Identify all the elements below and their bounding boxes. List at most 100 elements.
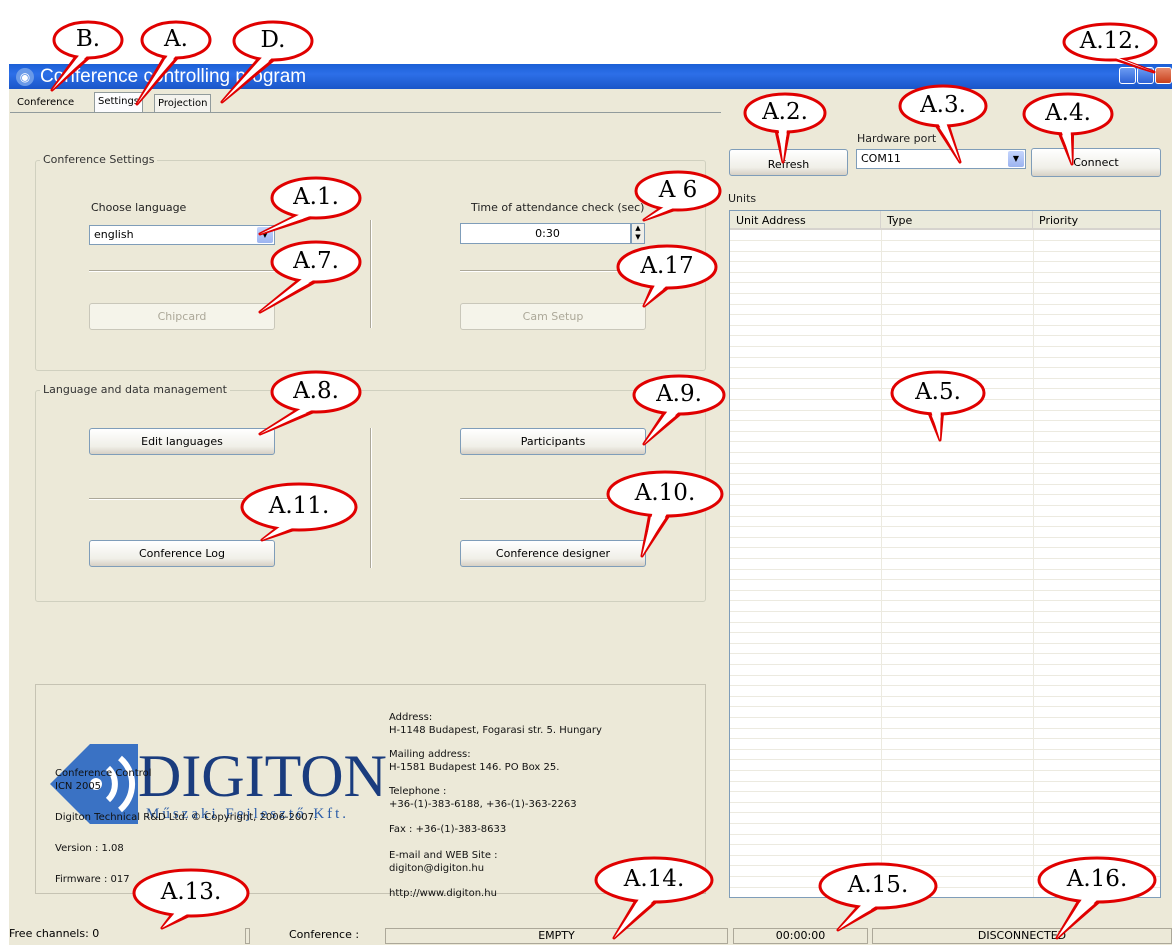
callout-a1: A.1. — [258, 176, 362, 236]
participants-button[interactable]: Participants — [460, 428, 646, 455]
callout-a4: A.4. — [1022, 92, 1114, 166]
cam-setup-button[interactable]: Cam Setup — [460, 303, 646, 330]
table-row — [730, 346, 1160, 347]
language-select[interactable]: english ▼ — [89, 225, 275, 245]
table-row — [730, 324, 1160, 326]
table-column-divider — [881, 230, 882, 897]
units-label: Units — [728, 192, 757, 205]
address-label: Address: — [389, 712, 433, 723]
callout-label: A.13. — [160, 879, 222, 905]
tab-projection[interactable]: Projection — [154, 94, 212, 112]
callout-label: A.1. — [293, 184, 339, 210]
table-row — [730, 536, 1160, 538]
table-row — [730, 314, 1160, 316]
callout-a11: A.11. — [240, 482, 358, 542]
table-row — [730, 621, 1160, 623]
callout-a10: A.10. — [606, 470, 724, 558]
callout-label: A.7. — [293, 248, 339, 274]
callout-a8: A.8. — [258, 370, 362, 436]
table-row — [730, 748, 1160, 750]
hardware-port-label: Hardware port — [857, 132, 937, 145]
email-label: E-mail and WEB Site : — [389, 850, 498, 861]
callout-a13: A.13. — [132, 868, 250, 930]
callout-label: A.11. — [268, 493, 330, 519]
table-row — [730, 282, 1160, 284]
fax-text: Fax : +36-(1)-383-8633 — [389, 824, 507, 835]
status-time: 00:00:00 — [733, 928, 868, 944]
table-row — [730, 833, 1160, 835]
table-row — [730, 642, 1160, 644]
table-row — [730, 717, 1160, 718]
table-row — [730, 494, 1160, 496]
conference-settings-label: Conference Settings — [40, 153, 158, 167]
attendance-check-label: Time of attendance check (sec) — [471, 201, 645, 214]
table-column-divider — [1033, 230, 1034, 897]
table-row — [730, 801, 1160, 803]
table-row — [730, 335, 1160, 337]
table-row — [730, 505, 1160, 506]
table-row — [730, 844, 1160, 846]
table-row — [730, 250, 1160, 252]
language-data-label: Language and data management — [40, 383, 230, 397]
hardware-port-select[interactable]: COM11 ▼ — [856, 149, 1026, 169]
email-text[interactable]: digiton@digiton.hu — [389, 862, 484, 875]
table-row — [730, 812, 1160, 814]
chevron-down-icon[interactable]: ▼ — [1008, 151, 1024, 167]
product-code: ICN 2005 — [55, 781, 102, 792]
table-row — [730, 473, 1160, 475]
refresh-button[interactable]: Refresh — [729, 149, 848, 176]
status-connection: DISCONNECTED — [872, 928, 1172, 944]
table-row — [730, 611, 1160, 612]
callout-a3: A.3. — [898, 84, 988, 164]
table-row — [730, 823, 1160, 824]
callout-label: A.12. — [1079, 28, 1141, 54]
callout-label: A.14. — [623, 866, 685, 892]
callout-label: A.10. — [634, 480, 696, 506]
units-table[interactable]: Unit Address Type Priority — [729, 210, 1161, 898]
minimize-button[interactable] — [1119, 67, 1136, 84]
table-row — [730, 547, 1160, 549]
website-link[interactable]: http://www.digiton.hu — [389, 887, 497, 900]
table-row — [730, 441, 1160, 443]
attendance-time-input[interactable]: 0:30 — [460, 223, 631, 244]
callout-a16: A.16. — [1037, 856, 1157, 940]
tab-settings[interactable]: Settings — [94, 92, 144, 113]
table-row — [730, 356, 1160, 358]
table-row — [730, 271, 1160, 273]
attendance-time-spinner[interactable]: ▲ ▼ — [631, 223, 645, 244]
table-row — [730, 600, 1160, 602]
tab-conference[interactable]: Conference — [14, 94, 77, 112]
table-row — [730, 653, 1160, 655]
column-header-type[interactable]: Type — [881, 211, 1033, 230]
conference-log-button[interactable]: Conference Log — [89, 540, 275, 567]
callout-label: A.4. — [1045, 100, 1091, 126]
product-name: Conference Control — [55, 768, 152, 779]
table-row — [730, 515, 1160, 517]
table-row — [730, 706, 1160, 708]
table-row — [730, 261, 1160, 263]
table-row — [730, 452, 1160, 453]
callout-a6: A 6 — [634, 170, 722, 222]
conference-designer-button[interactable]: Conference designer — [460, 540, 646, 567]
window-title: Conference controlling program — [40, 66, 307, 87]
callout-label: A.3. — [920, 92, 966, 118]
firmware-text: Firmware : 017 — [55, 874, 130, 885]
table-row — [730, 558, 1160, 559]
table-row — [730, 367, 1160, 369]
attendance-time-value: 0:30 — [535, 227, 560, 240]
status-conference-state: EMPTY — [385, 928, 728, 944]
copyright-text: Digiton Technical R&D Ltd. © Copyright, … — [55, 812, 318, 823]
separator-vertical — [370, 428, 372, 568]
status-conference-label: Conference : — [289, 928, 360, 941]
status-divider — [245, 928, 250, 944]
table-row — [730, 293, 1160, 294]
table-row — [730, 430, 1160, 432]
connect-button[interactable]: Connect — [1031, 148, 1161, 177]
column-header-priority[interactable]: Priority — [1033, 211, 1160, 230]
chipcard-button[interactable]: Chipcard — [89, 303, 275, 330]
table-row — [730, 462, 1160, 464]
close-button[interactable] — [1155, 67, 1172, 84]
column-header-unit-address[interactable]: Unit Address — [730, 211, 881, 230]
table-row — [730, 674, 1160, 676]
edit-languages-button[interactable]: Edit languages — [89, 428, 275, 455]
